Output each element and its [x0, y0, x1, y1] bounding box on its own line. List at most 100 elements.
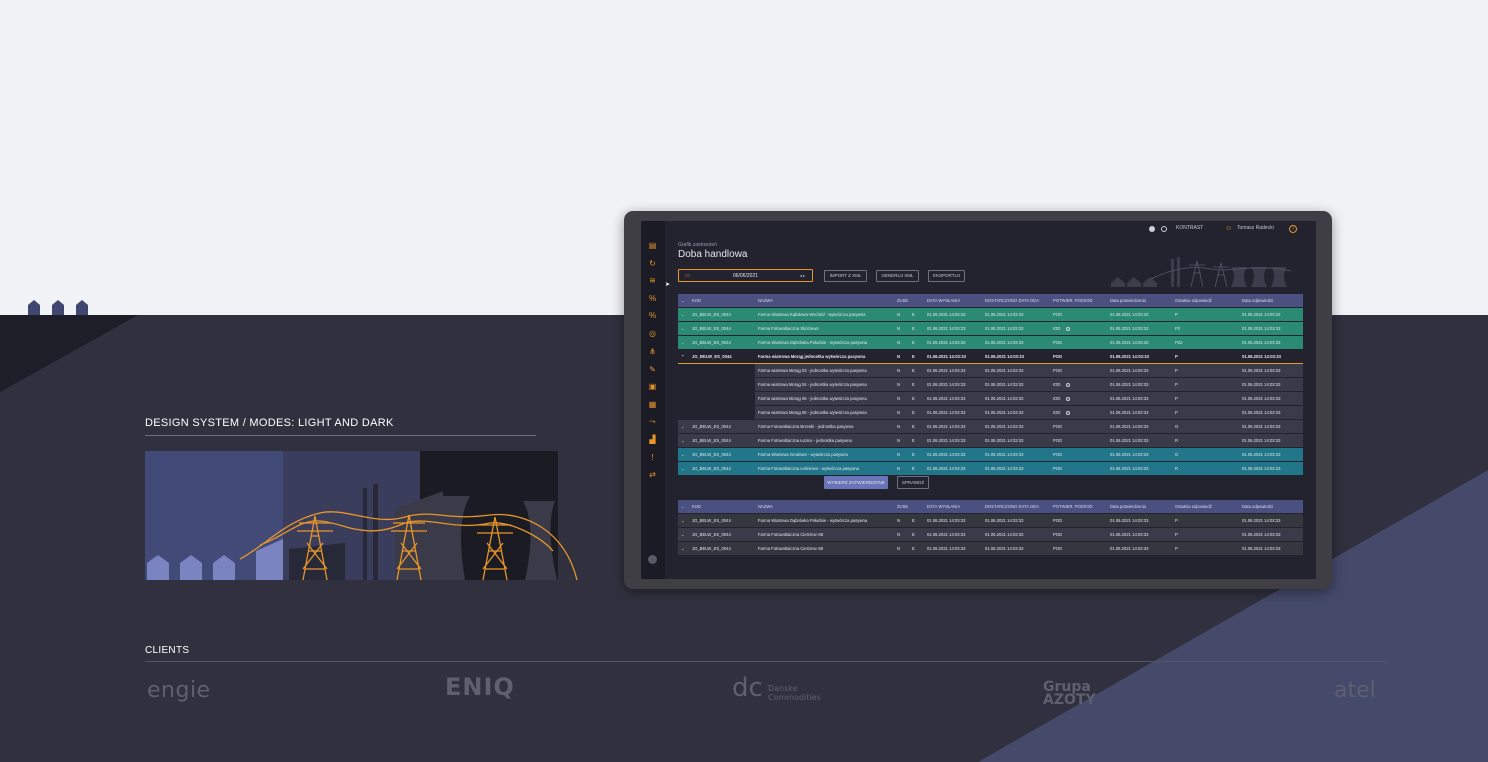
row-expand-chevron-icon[interactable]: ⌄: [678, 527, 689, 542]
row-expand-chevron-icon[interactable]: [678, 405, 689, 420]
import-xml-button[interactable]: IMPORT Z XML: [824, 270, 867, 282]
cell-nazwa: Farma wiatrowa Morąg jednostka wytwórcza…: [755, 349, 894, 364]
table-row[interactable]: ⌄ JG_BELW_ES_0044 Farma Wiatrowa Dąbrówka …: [678, 513, 1304, 528]
cell-nazwa: Farma wiatrowa Morąg 05 - jednostka wytw…: [755, 391, 894, 406]
row-expand-chevron-icon[interactable]: ⌄: [678, 541, 689, 556]
radio-dot-icon[interactable]: [1066, 410, 1071, 415]
column-header-data-odpowiedzi[interactable]: Data odpowiedzi: [1239, 294, 1304, 308]
generate-xml-button[interactable]: GENERUJ XML: [876, 270, 919, 282]
app-screen: ▤ ↻ ≋ % % ◎ ⋔ ✎ ▣ ▦ ⤳ ▟ ! ⇄ ➤ KONTRAST ☺…: [641, 221, 1316, 579]
table-row[interactable]: Farma wiatrowa Morąg 06 - jednostka wytw…: [678, 405, 1304, 420]
row-expand-chevron-icon[interactable]: ⌄: [678, 447, 689, 462]
percent-icon[interactable]: %: [648, 294, 657, 303]
cell-data-potwierdzenia: 01.06.2021 14:03:33: [1107, 391, 1173, 406]
gear-icon[interactable]: [1149, 226, 1155, 232]
table-row[interactable]: ⌄ JG_BELW_ES_0044 Farma Fotowoltaiczna Łoz…: [678, 433, 1304, 448]
cell-kod: JG_BELW_ES_0044: [689, 335, 755, 350]
column-header-potwier[interactable]: POTWIER. POD/IOD: [1050, 294, 1108, 308]
table-row[interactable]: Farma wiatrowa Morąg 03 - jednostka wytw…: [678, 363, 1304, 378]
edit-list-icon[interactable]: ✎: [648, 365, 657, 374]
column-header-data-wyslania[interactable]: DATA WYSŁANIA: [924, 500, 983, 514]
column-header-dostarczono[interactable]: DOSTARCZONO DATA ODA: [982, 500, 1051, 514]
column-header-kod[interactable]: KOD: [689, 294, 755, 308]
cell-data-potwierdzenia: 01.06.2021 14:03:33: [1107, 377, 1173, 392]
column-header-nazwa[interactable]: NAZWA: [755, 294, 894, 308]
export-button[interactable]: EKSPORTUJ: [928, 270, 965, 282]
row-expand-chevron-icon[interactable]: ⌄: [678, 419, 689, 434]
cell-potwierdzenie-value: IOD: [1053, 396, 1061, 401]
column-header-zuse[interactable]: ZUSE: [894, 294, 925, 308]
date-picker[interactable]: ▭ 06/06/2021 ◂ ▸: [678, 269, 813, 282]
row-expand-chevron-icon[interactable]: ⌄: [678, 433, 689, 448]
info-icon[interactable]: i: [1289, 225, 1297, 233]
table-row[interactable]: ⌄ JG_BELW_ES_0044 Farma Wiatrowa Kąkolewo-…: [678, 307, 1304, 322]
document-icon[interactable]: ▤: [648, 241, 657, 250]
select-confirmed-button[interactable]: WYBIERZ ZATWIERDZONE: [824, 476, 888, 489]
row-expand-chevron-icon[interactable]: ⌄: [678, 461, 689, 476]
column-header-kod[interactable]: KOD: [689, 500, 755, 514]
contrast-toggle-icon[interactable]: [1161, 226, 1167, 232]
bar-chart-icon[interactable]: ▟: [648, 435, 657, 444]
refresh-icon[interactable]: ↻: [648, 259, 657, 268]
row-expand-chevron-icon[interactable]: ⌄: [678, 307, 689, 322]
column-header-ostatnia-odpowiedz[interactable]: Ostatnia odpowiedź: [1172, 500, 1240, 514]
clients-title: CLIENTS: [145, 645, 190, 656]
table-row[interactable]: ⌄ JG_BELW_ES_0044 Farma Wiatrowa Grodowo -…: [678, 447, 1304, 462]
row-expand-chevron-icon[interactable]: ⌃: [678, 349, 689, 364]
cell-data-potwierdzenia: 01.06.2021 14:03:33: [1107, 447, 1173, 462]
contrast-label[interactable]: KONTRAST: [1176, 225, 1203, 231]
radio-dot-icon[interactable]: [1066, 382, 1071, 387]
network-icon[interactable]: ⋔: [648, 347, 657, 356]
alert-icon[interactable]: !: [648, 453, 657, 462]
radio-dot-icon[interactable]: [1066, 396, 1071, 401]
table-row[interactable]: ⌄ JG_BELW_ES_0044 Farma Wiatrowa Dąbrówka …: [678, 335, 1304, 350]
date-value: 06/06/2021: [732, 273, 759, 279]
row-expand-chevron-icon[interactable]: ⌄: [678, 321, 689, 336]
wind-icon[interactable]: ≋: [648, 276, 657, 285]
table-row[interactable]: Farma wiatrowa Morąg 05 - jednostka wytw…: [678, 391, 1304, 406]
radio-dot-icon[interactable]: [1066, 326, 1071, 331]
column-header-nazwa[interactable]: NAZWA: [755, 500, 894, 514]
column-header-potwier[interactable]: POTWIER. POD/IOD: [1050, 500, 1108, 514]
globe-icon[interactable]: ◎: [648, 329, 657, 338]
cell-nazwa: Farma Fotowoltaiczna Brzeski - jednostka…: [755, 419, 894, 434]
row-expand-chevron-icon[interactable]: [678, 377, 689, 392]
row-expand-chevron-icon[interactable]: [678, 391, 689, 406]
cell-data-potwierdzenia: 01.06.2021 14:03:33: [1107, 541, 1173, 556]
table-row[interactable]: ⌄ JG_BELW_ES_0044 Farma Fotowoltaiczna Brz…: [678, 419, 1304, 434]
breadcrumb[interactable]: Grafik zastrzeżeń: [678, 242, 717, 248]
transfer-icon[interactable]: ⇄: [648, 470, 657, 479]
column-header-data-odpowiedzi[interactable]: Data odpowiedzi: [1239, 500, 1304, 514]
column-header-ostatnia-odpowiedz[interactable]: Ostatnia odpowiedź: [1172, 294, 1240, 308]
column-header-dostarczono[interactable]: DOSTARCZONO DATA ODA: [982, 294, 1051, 308]
row-expand-chevron-icon[interactable]: ⌄: [678, 335, 689, 350]
select-all-chevron-icon[interactable]: ⌄: [678, 294, 689, 308]
select-all-chevron-icon[interactable]: ⌄: [678, 500, 689, 514]
percent-alt-icon[interactable]: %: [648, 311, 657, 320]
table-row[interactable]: ⌄ JG_BELW_ES_0044 Farma Fotowoltaiczna Skó…: [678, 321, 1304, 336]
column-header-data-potwierdzenia[interactable]: Data potwierdzenia: [1107, 294, 1173, 308]
column-header-zuse[interactable]: ZUSE: [894, 500, 925, 514]
graph-icon[interactable]: ⤳: [648, 417, 657, 426]
table-row[interactable]: ⌄ JG_BELW_ES_0044 Farma Fotowoltaiczna Cie…: [678, 527, 1304, 542]
table-row[interactable]: Farma wiatrowa Morąg 04 - jednostka wytw…: [678, 377, 1304, 392]
table-row[interactable]: ⌄ JG_BELW_ES_0044 Farma Fotowoltaiczna Leś…: [678, 461, 1304, 476]
cell-dostarczono: 01.06.2021 14:03:33: [982, 527, 1051, 542]
briefcase-icon[interactable]: ▣: [648, 382, 657, 391]
cell-nazwa: Farma Wiatrowa Dąbrówka Południe - wytwó…: [755, 513, 894, 528]
table-row[interactable]: ⌃ JG_BELW_ES_0044 Farma wiatrowa Morąg jed…: [678, 349, 1304, 364]
cell-potwierdzenie: IOD: [1050, 377, 1108, 392]
cell-data-wyslania: 01.06.2021 14:03:33: [924, 541, 983, 556]
user-name[interactable]: Tomasz Radecki: [1237, 225, 1274, 231]
user-icon[interactable]: ☺: [1225, 225, 1232, 232]
check-button[interactable]: SPRAWDŹ: [897, 476, 929, 489]
row-expand-chevron-icon[interactable]: ⌄: [678, 513, 689, 528]
cell-zuse-e: E: [909, 447, 925, 462]
row-expand-chevron-icon[interactable]: [678, 363, 689, 378]
table-row[interactable]: ⌄ JG_BELW_ES_0044 Farma Fotowoltaiczna Cie…: [678, 541, 1304, 556]
cell-potwierdzenie-value: POD: [1053, 312, 1063, 317]
grid-icon[interactable]: ▦: [648, 400, 657, 409]
column-header-data-potwierdzenia[interactable]: Data potwierdzenia: [1107, 500, 1173, 514]
date-nav-arrows-icon[interactable]: ◂ ▸: [800, 273, 805, 278]
column-header-data-wyslania[interactable]: DATA WYSŁANIA: [924, 294, 983, 308]
